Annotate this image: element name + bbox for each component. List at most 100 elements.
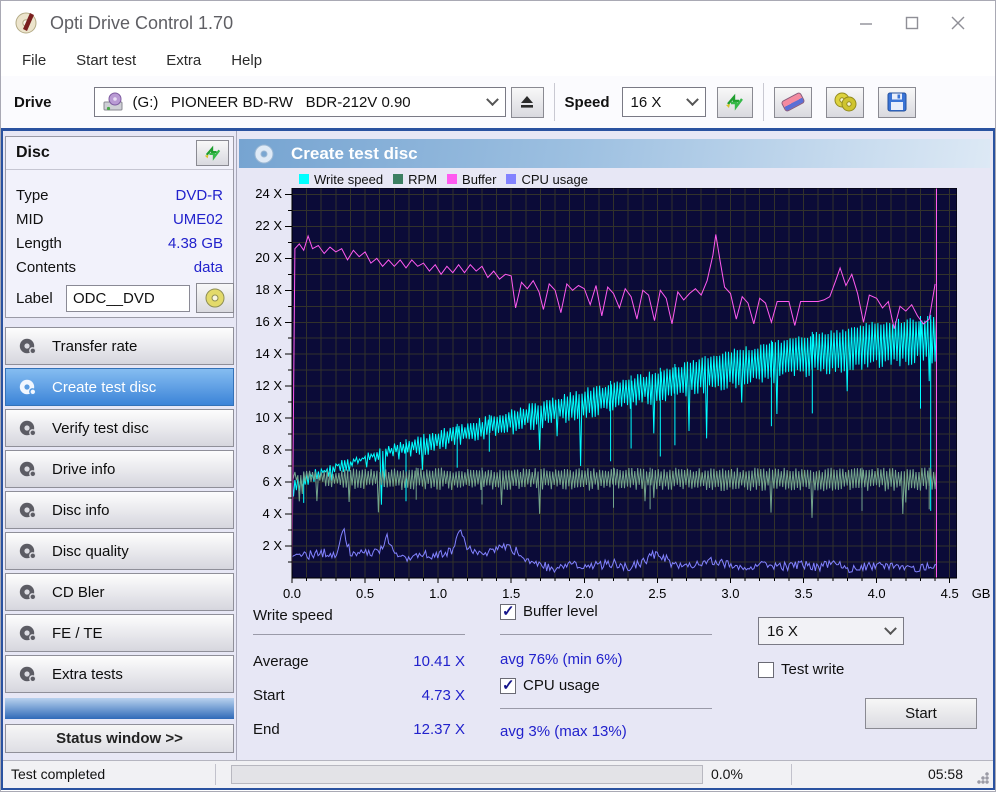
- write-speed-select[interactable]: 16 X: [758, 617, 904, 645]
- stat-label: Start: [253, 687, 285, 704]
- disc-copy-button[interactable]: [825, 86, 864, 118]
- eject-icon: [521, 96, 534, 108]
- save-icon: [887, 92, 907, 112]
- speed-select[interactable]: 16 X: [621, 87, 706, 117]
- sidebar-item-create-test-disc[interactable]: Create test disc: [5, 368, 234, 406]
- erase-disc-button[interactable]: [773, 86, 812, 118]
- stat-value: 4.73 X: [421, 687, 465, 704]
- eraser-icon: [780, 91, 806, 113]
- refresh-icon: [204, 145, 220, 161]
- sidebar-blue-strip: [5, 698, 234, 719]
- chevron-down-icon: [485, 92, 499, 106]
- sidebar-item-extra-tests[interactable]: Extra tests: [5, 655, 234, 693]
- stat-value: 10.41 X: [413, 653, 465, 670]
- test-write-checkbox[interactable]: [758, 661, 774, 678]
- stat-value: 12.37 X: [413, 721, 465, 738]
- y-tick-label: 22 X: [255, 218, 282, 234]
- stat-row-end: End 12.37 X: [253, 721, 465, 738]
- legend-item: Buffer: [437, 172, 496, 187]
- disc-row-label: Contents: [16, 259, 77, 276]
- speed-label: Speed: [564, 93, 610, 111]
- sidebar-item-drive-info[interactable]: Drive info: [5, 450, 234, 488]
- sidebar-item-disc-quality[interactable]: Disc quality: [5, 532, 234, 570]
- sidebar-item-fe-te[interactable]: FE / TE: [5, 614, 234, 652]
- legend-label: Write speed: [314, 172, 384, 187]
- y-tick-label: 14 X: [255, 346, 282, 362]
- statusbar-separator: [791, 764, 792, 785]
- buffer-level-checkbox[interactable]: [500, 602, 516, 620]
- toolbar-separator: [762, 83, 764, 121]
- save-button[interactable]: [877, 86, 916, 118]
- menu-start-test[interactable]: Start test: [68, 49, 144, 72]
- progress-percent: 0.0%: [711, 766, 743, 782]
- x-tick-label: 0.0: [282, 586, 302, 601]
- menu-extra[interactable]: Extra: [158, 49, 209, 72]
- start-button[interactable]: Start: [865, 698, 977, 729]
- sidebar-item-label: Transfer rate: [52, 337, 138, 355]
- disc-label-input[interactable]: [66, 284, 190, 312]
- cpu-usage-label: CPU usage: [523, 677, 600, 694]
- sidebar-item-cd-bler[interactable]: CD Bler: [5, 573, 234, 611]
- x-tick-label: 1.0: [429, 586, 448, 601]
- title-bar: Opti Drive Control 1.70: [1, 1, 995, 45]
- drive-select[interactable]: (G:) PIONEER BD-RW BDR-212V 0.90: [93, 87, 506, 117]
- window-title: Opti Drive Control 1.70: [50, 12, 234, 33]
- close-button[interactable]: [935, 8, 981, 38]
- sidebar-item-verify-test-disc[interactable]: Verify test disc: [5, 409, 234, 447]
- disc-label-row: Label: [16, 283, 234, 313]
- minimize-button[interactable]: [843, 8, 889, 38]
- x-tick-label: 4.5: [940, 586, 959, 601]
- legend-item: Write speed: [299, 172, 383, 187]
- resize-grip[interactable]: [977, 772, 989, 784]
- eject-button[interactable]: [510, 86, 544, 118]
- test-write-checkbox-row[interactable]: Test write: [758, 661, 844, 678]
- status-window-button[interactable]: Status window >>: [5, 724, 234, 753]
- disc-row-value: DVD-R: [175, 187, 224, 204]
- sidebar-item-label: Verify test disc: [52, 419, 149, 437]
- disc-icon: [18, 665, 38, 684]
- y-tick-label: 12 X: [255, 378, 282, 394]
- status-bar: Test completed 0.0% 05:58: [3, 760, 993, 788]
- statusbar-separator: [215, 764, 216, 785]
- menu-help[interactable]: Help: [223, 49, 270, 72]
- disc-icon: [18, 460, 38, 479]
- y-tick-label: 16 X: [255, 314, 282, 330]
- stat-row-average: Average 10.41 X: [253, 653, 465, 670]
- disc-row-contents: Contents data: [16, 259, 223, 277]
- chart-plot: [284, 187, 958, 584]
- x-tick-label: 3.0: [721, 586, 740, 601]
- write-speed-stats-title: Write speed: [253, 607, 333, 624]
- divider: [500, 634, 712, 635]
- buffer-level-label: Buffer level: [523, 603, 598, 620]
- cpu-usage-checkbox-row[interactable]: CPU usage: [500, 676, 600, 694]
- y-tick-label: 20 X: [255, 250, 282, 266]
- sidebar-item-label: Drive info: [52, 460, 116, 478]
- drive-value: (G:) PIONEER BD-RW BDR-212V 0.90: [132, 93, 411, 111]
- disc-label-button[interactable]: [196, 283, 234, 313]
- disc-row-value: 4.38 GB: [167, 235, 223, 252]
- status-text: Test completed: [11, 766, 106, 782]
- sidebar-item-label: Create test disc: [52, 378, 157, 396]
- test-write-label: Test write: [781, 661, 845, 678]
- disc-row-mid: MID UME02: [16, 211, 223, 229]
- legend-swatch: [506, 174, 517, 184]
- toolbar-separator: [553, 83, 555, 121]
- x-tick-label: 0.5: [356, 586, 375, 601]
- refresh-button[interactable]: [716, 86, 753, 118]
- content-area: Create test disc Write speed RPM Buffer CPU…: [237, 131, 993, 760]
- maximize-button[interactable]: [889, 8, 935, 38]
- app-window: Opti Drive Control 1.70 File Start test …: [0, 0, 996, 792]
- sidebar-item-transfer-rate[interactable]: Transfer rate: [5, 327, 234, 365]
- stat-label: End: [253, 721, 280, 738]
- chart-title: Create test disc: [291, 143, 418, 163]
- sidebar-item-label: Extra tests: [52, 665, 123, 683]
- cpu-usage-checkbox[interactable]: [500, 676, 516, 694]
- buffer-level-checkbox-row[interactable]: Buffer level: [500, 602, 598, 620]
- drive-label: Drive: [14, 93, 52, 111]
- disc-info-panel: Disc Type DVD-R MID UME02 Length 4.38 GB…: [5, 136, 234, 318]
- disc-refresh-button[interactable]: [196, 140, 229, 166]
- chevron-down-icon: [884, 621, 897, 635]
- sidebar-item-disc-info[interactable]: Disc info: [5, 491, 234, 529]
- legend-item: RPM: [383, 172, 437, 187]
- menu-file[interactable]: File: [14, 49, 54, 72]
